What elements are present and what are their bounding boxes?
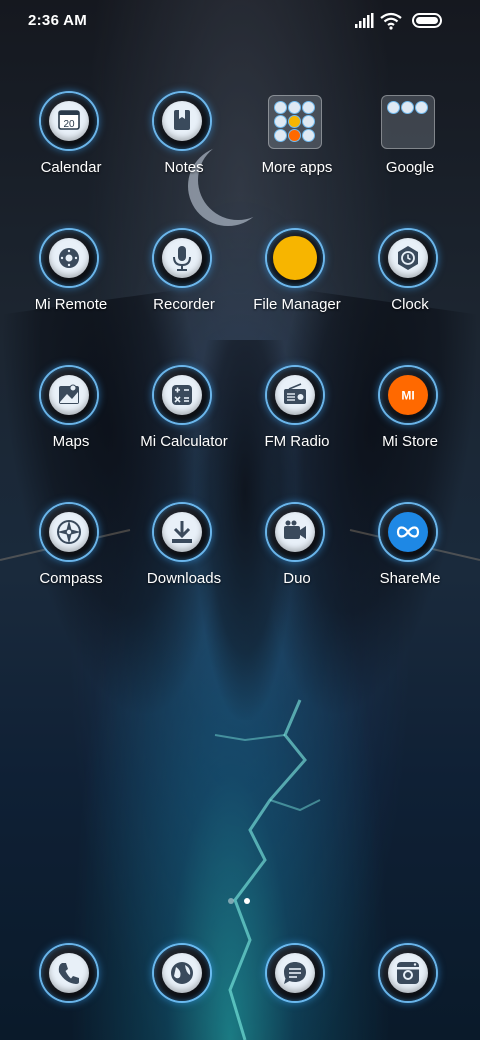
app-label: Google xyxy=(385,159,435,176)
app-more-apps-folder[interactable]: More apps xyxy=(241,93,353,203)
page-indicator xyxy=(226,898,256,906)
page-dot-2[interactable] xyxy=(244,898,250,904)
radio-icon xyxy=(267,367,323,423)
shareme-icon xyxy=(380,504,436,560)
dock-phone[interactable] xyxy=(15,945,127,1040)
app-mi-remote[interactable]: Mi Remote xyxy=(15,230,127,340)
microphone-icon xyxy=(154,230,210,286)
compass-icon xyxy=(41,504,97,560)
notes-icon xyxy=(154,93,210,149)
status-bar: 2:36 AM xyxy=(0,0,480,44)
wifi-icon xyxy=(380,12,402,30)
folder-icon xyxy=(381,95,435,149)
calendar-icon: 20 xyxy=(41,93,97,149)
app-clock[interactable]: Clock xyxy=(354,230,466,340)
dock-camera[interactable] xyxy=(354,945,466,1040)
app-fm-radio[interactable]: FM Radio xyxy=(241,367,353,477)
camera-icon xyxy=(380,945,436,1001)
app-calendar[interactable]: 20 Calendar xyxy=(15,93,127,203)
app-label: Clock xyxy=(391,296,429,313)
app-file-manager[interactable]: File Manager xyxy=(241,230,353,340)
app-notes[interactable]: Notes xyxy=(128,93,240,203)
app-label: ShareMe xyxy=(379,570,441,587)
app-recorder[interactable]: Recorder xyxy=(128,230,240,340)
app-mi-calculator[interactable]: Mi Calculator xyxy=(128,367,240,477)
messages-icon xyxy=(267,945,323,1001)
status-icons xyxy=(348,12,458,32)
browser-icon xyxy=(154,945,210,1001)
phone-icon xyxy=(41,945,97,1001)
app-compass[interactable]: Compass xyxy=(15,504,127,614)
battery-icon xyxy=(412,13,442,28)
signal-icon xyxy=(355,13,374,28)
dock-browser[interactable] xyxy=(128,945,240,1040)
video-camera-icon xyxy=(267,504,323,560)
map-icon xyxy=(41,367,97,423)
app-duo[interactable]: Duo xyxy=(241,504,353,614)
folder-icon xyxy=(268,95,322,149)
app-mi-store[interactable]: MI Mi Store xyxy=(354,367,466,477)
app-downloads[interactable]: Downloads xyxy=(128,504,240,614)
app-google-folder[interactable]: Google xyxy=(354,93,466,203)
download-icon xyxy=(154,504,210,560)
mi-logo-text: MI xyxy=(401,389,414,403)
calendar-date: 20 xyxy=(63,119,75,130)
clock-icon xyxy=(380,230,436,286)
dock-messages[interactable] xyxy=(241,945,353,1040)
app-maps[interactable]: Maps xyxy=(15,367,127,477)
calculator-icon xyxy=(154,367,210,423)
app-label: Mi Store xyxy=(382,433,438,450)
mi-store-icon: MI xyxy=(380,367,436,423)
file-manager-icon xyxy=(267,230,323,286)
app-shareme[interactable]: ShareMe xyxy=(354,504,466,614)
page-dot-1[interactable] xyxy=(228,898,234,904)
remote-icon xyxy=(41,230,97,286)
status-time: 2:36 AM xyxy=(28,12,88,29)
